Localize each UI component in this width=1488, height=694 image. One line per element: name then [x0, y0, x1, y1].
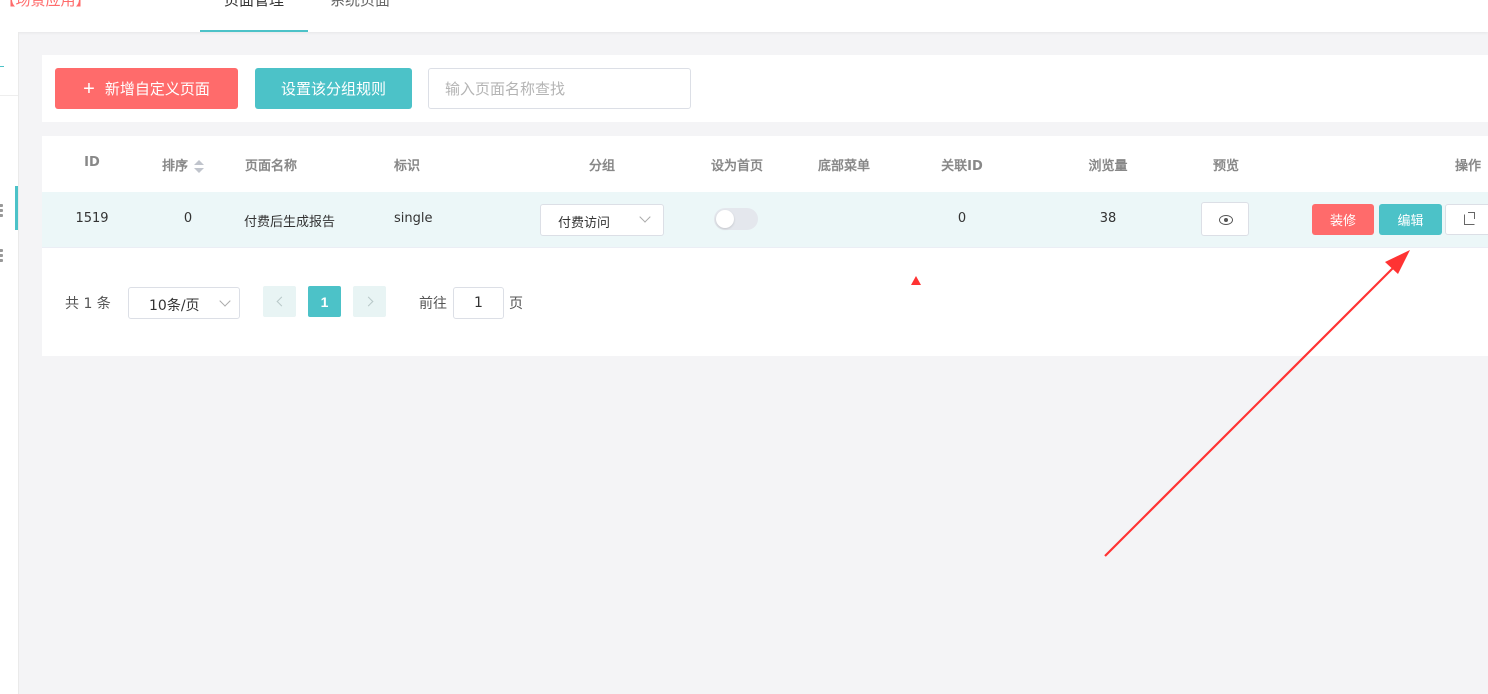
goto-label: 前往	[419, 296, 447, 312]
set-home-switch[interactable]	[714, 208, 758, 230]
drag-handle-icon[interactable]	[0, 249, 3, 264]
chevron-down-icon	[639, 211, 651, 223]
active-tab-indicator	[200, 30, 308, 32]
cell-sort: 0	[183, 211, 193, 226]
annotation-marker	[911, 276, 921, 285]
share-icon	[1464, 212, 1475, 225]
column-header-actions: 操作	[1454, 159, 1482, 174]
prev-page-button[interactable]	[263, 286, 296, 317]
edit-button[interactable]: 编辑	[1379, 204, 1442, 235]
cell-id: 1519	[75, 211, 109, 226]
goto-page-input[interactable]	[453, 287, 504, 319]
switch-knob	[716, 210, 734, 228]
chevron-right-icon	[363, 296, 374, 307]
cell-tag: single	[394, 211, 433, 226]
column-header-name: 页面名称	[244, 159, 298, 174]
cell-page-name: 付费后生成报告	[244, 215, 336, 230]
sidebar-active-indicator	[15, 186, 18, 230]
column-header-tag: 标识	[393, 159, 421, 174]
chevron-left-icon	[276, 296, 287, 307]
column-header-bottom-menu: 底部菜单	[817, 159, 871, 174]
sort-icon[interactable]	[194, 159, 205, 174]
tab-system-pages[interactable]: 系统页面	[330, 0, 390, 10]
eye-icon	[1219, 215, 1233, 225]
page-table-card: ID 排序 页面名称 标识 分组 设为首页 底部菜单 关联ID 浏览量 预览 操…	[42, 136, 1488, 356]
sidebar	[0, 32, 19, 694]
decorate-button[interactable]: 装修	[1312, 204, 1374, 235]
column-header-id: ID	[84, 155, 100, 170]
column-header-group: 分组	[588, 159, 616, 174]
pagination-total: 共 1 条	[65, 296, 111, 312]
group-select[interactable]: 付费访问	[540, 204, 664, 236]
tab-page-management[interactable]: 页面管理	[200, 0, 308, 32]
toolbar: + 新增自定义页面 设置该分组规则	[42, 55, 1488, 122]
preview-button[interactable]	[1201, 202, 1249, 236]
column-header-preview: 预览	[1212, 159, 1240, 174]
set-group-rule-button[interactable]: 设置该分组规则	[255, 68, 412, 109]
page-search-input[interactable]	[428, 68, 691, 109]
page-number-current[interactable]: 1	[308, 286, 341, 317]
add-custom-page-button[interactable]: + 新增自定义页面	[55, 68, 238, 109]
plus-icon: +	[83, 77, 95, 100]
cell-views: 38	[1099, 211, 1117, 226]
app-title: I【场景应用】	[0, 0, 91, 9]
cell-related-id: 0	[957, 211, 967, 226]
column-header-views: 浏览量	[1088, 159, 1128, 174]
next-page-button[interactable]	[353, 286, 386, 317]
sidebar-accent-line	[0, 66, 4, 67]
goto-suffix: 页	[509, 296, 523, 312]
drag-handle-icon[interactable]	[0, 204, 3, 219]
table-row: 1519 0 付费后生成报告 single 付费访问 0 38 装修 编辑	[42, 192, 1488, 248]
page-size-select[interactable]: 10条/页	[128, 287, 240, 319]
column-header-related-id: 关联ID	[941, 159, 983, 174]
top-bar: I【场景应用】 页面管理 系统页面	[0, 0, 1488, 32]
column-header-set-home: 设为首页	[710, 159, 764, 174]
table-header: ID 排序 页面名称 标识 分组 设为首页 底部菜单 关联ID 浏览量 预览 操…	[42, 136, 1488, 193]
chevron-down-icon	[219, 295, 231, 307]
column-header-sort[interactable]: 排序	[162, 155, 205, 174]
sidebar-divider	[0, 95, 18, 96]
share-button[interactable]	[1445, 204, 1488, 235]
